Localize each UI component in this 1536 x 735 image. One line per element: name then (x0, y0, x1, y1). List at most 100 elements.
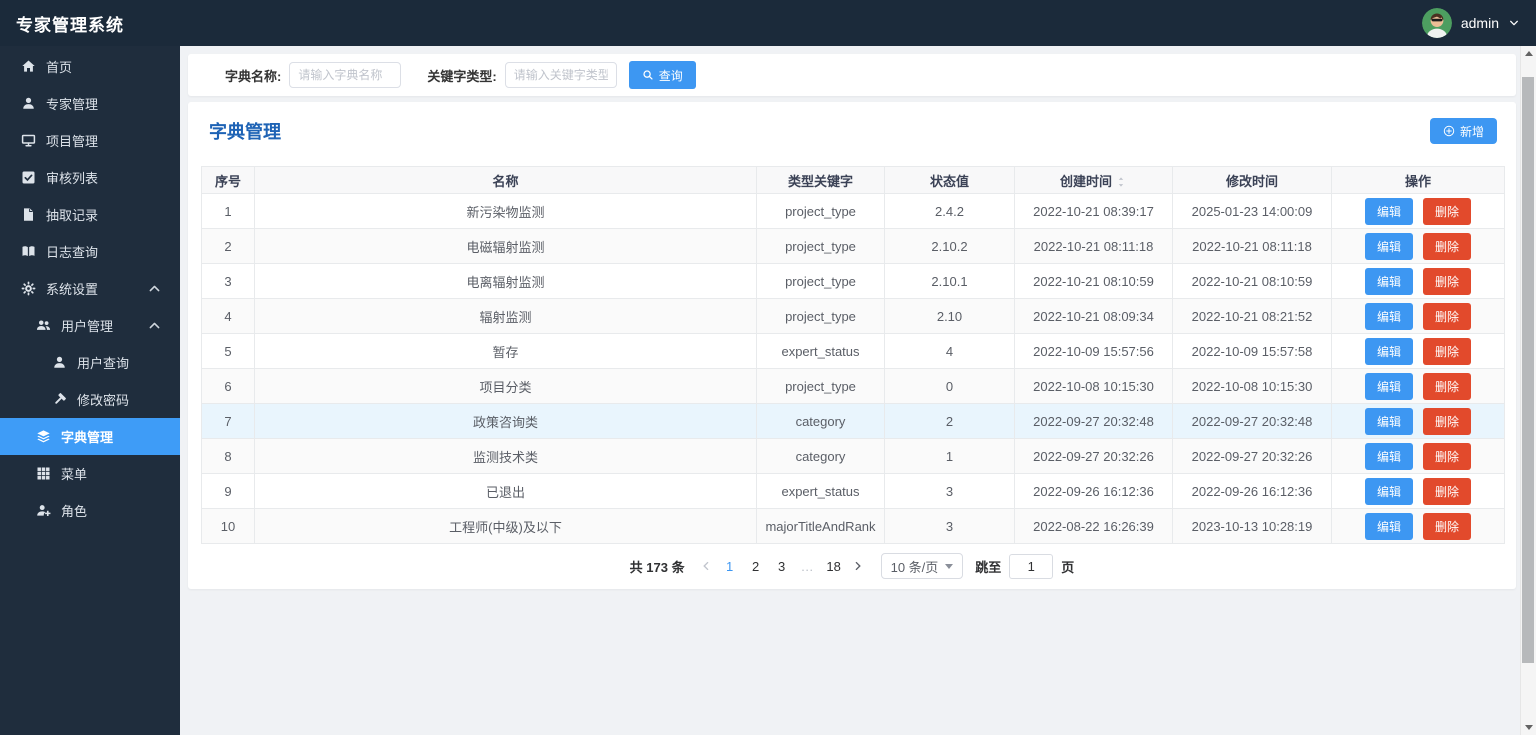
table-cell: 2 (201, 228, 255, 264)
dict-name-input[interactable] (289, 62, 402, 88)
book-icon (21, 244, 36, 259)
chevron-up-icon (147, 318, 162, 333)
table-row: 5 暂存 expert_status 4 2022-10-09 15:57:56 2022… (201, 333, 1505, 369)
delete-button[interactable]: 删除 (1423, 302, 1472, 330)
table-cell: 2.10 (884, 298, 1015, 334)
sort-icon[interactable] (1115, 176, 1127, 188)
delete-button[interactable]: 删除 (1423, 477, 1472, 505)
edit-button[interactable]: 编辑 (1364, 407, 1413, 435)
page-size-select[interactable]: 10 条/页 (880, 553, 964, 579)
dict-name-label: 字典名称: (225, 68, 282, 84)
column-header: 创建时间 (1014, 166, 1173, 194)
sidebar-item-label: 用户查询 (77, 356, 130, 371)
sidebar-item-grid[interactable]: 菜单 (0, 455, 180, 492)
sidebar-item-users[interactable]: 用户管理 (0, 307, 180, 344)
table-cell: 1 (201, 193, 255, 229)
table-cell: project_type (756, 263, 885, 299)
table-cell: majorTitleAndRank (756, 508, 885, 544)
actions-cell: 编辑 删除 (1331, 438, 1505, 474)
keyword-type-label: 关键字类型: (427, 68, 497, 84)
gear-icon (21, 281, 36, 296)
column-header: 操作 (1331, 166, 1505, 194)
sidebar-item-monitor[interactable]: 项目管理 (0, 122, 180, 159)
sidebar-item-label: 字典管理 (61, 430, 114, 445)
edit-button[interactable]: 编辑 (1364, 337, 1413, 365)
page-number[interactable]: 3 (772, 559, 792, 574)
sidebar-item-label: 系统设置 (46, 282, 99, 297)
edit-button[interactable]: 编辑 (1364, 372, 1413, 400)
table-cell: project_type (756, 228, 885, 264)
add-button-label: 新增 (1459, 124, 1484, 139)
table-row: 4 辐射监测 project_type 2.10 2022-10-21 08:09:34… (201, 298, 1505, 334)
delete-button[interactable]: 删除 (1423, 232, 1472, 260)
scrollbar[interactable] (1520, 46, 1536, 735)
table-row: 6 项目分类 project_type 0 2022-10-08 10:15:30 202… (201, 368, 1505, 404)
delete-button[interactable]: 删除 (1423, 197, 1472, 225)
edit-button[interactable]: 编辑 (1364, 302, 1413, 330)
page-number[interactable]: 1 (720, 559, 740, 574)
sidebar-item-user[interactable]: 专家管理 (0, 85, 180, 122)
column-header: 类型关键字 (756, 166, 885, 194)
sidebar-item-hammer[interactable]: 修改密码 (0, 381, 180, 418)
column-header: 状态值 (884, 166, 1015, 194)
app-header: 专家管理系统 admin (0, 0, 1536, 46)
avatar[interactable] (1421, 8, 1452, 38)
delete-button[interactable]: 删除 (1423, 267, 1472, 295)
sidebar-item-check-square[interactable]: 审核列表 (0, 159, 180, 196)
sidebar-item-layers[interactable]: 字典管理 (0, 418, 180, 455)
user-menu[interactable]: admin (1421, 8, 1520, 38)
hammer-icon (52, 392, 67, 407)
sidebar-item-label: 修改密码 (77, 393, 130, 408)
jump-page-input[interactable] (1009, 553, 1054, 579)
add-button[interactable]: 新增 (1429, 118, 1497, 144)
table-cell: 电磁辐射监测 (254, 228, 757, 264)
delete-button[interactable]: 删除 (1423, 442, 1472, 470)
table-cell: expert_status (756, 473, 885, 509)
panel-header: 字典管理 新增 (201, 102, 1503, 144)
sidebar-item-user[interactable]: 用户查询 (0, 344, 180, 381)
table-cell: 2022-10-21 08:10:59 (1172, 263, 1332, 299)
dictionary-panel: 字典管理 新增 序号 名称 类型关键字 状态值 创建时间 修改时间 操作 1 新污染物监测 pr… (188, 102, 1516, 589)
sidebar-item-user-plus[interactable]: 角色 (0, 492, 180, 529)
page-number[interactable]: 18 (824, 559, 844, 574)
scrollbar-thumb[interactable] (1522, 77, 1534, 663)
delete-button[interactable]: 删除 (1423, 512, 1472, 540)
table-cell: 工程师(中级)及以下 (254, 508, 757, 544)
table-cell: 1 (884, 438, 1015, 474)
delete-button[interactable]: 删除 (1423, 372, 1472, 400)
search-button[interactable]: 查询 (628, 61, 696, 89)
edit-button[interactable]: 编辑 (1364, 267, 1413, 295)
sidebar-item-gear[interactable]: 系统设置 (0, 270, 180, 307)
sidebar-item-home[interactable]: 首页 (0, 48, 180, 85)
scroll-up-arrow[interactable] (1525, 51, 1533, 56)
table-cell: 6 (201, 368, 255, 404)
edit-button[interactable]: 编辑 (1364, 477, 1413, 505)
next-page-button[interactable] (852, 560, 864, 572)
prev-page-button[interactable] (700, 560, 712, 572)
table-cell: 5 (201, 333, 255, 369)
scroll-down-arrow[interactable] (1525, 725, 1533, 730)
sidebar-item-label: 专家管理 (46, 97, 99, 112)
page-title: 字典管理 (209, 122, 281, 142)
edit-button[interactable]: 编辑 (1364, 442, 1413, 470)
table-cell: 2022-09-27 20:32:48 (1014, 403, 1173, 439)
edit-button[interactable]: 编辑 (1364, 512, 1413, 540)
table-cell: project_type (756, 368, 885, 404)
table-cell: 2022-10-21 08:21:52 (1172, 298, 1332, 334)
delete-button[interactable]: 删除 (1423, 337, 1472, 365)
edit-button[interactable]: 编辑 (1364, 197, 1413, 225)
sidebar-item-file[interactable]: 抽取记录 (0, 196, 180, 233)
table-cell: 2022-08-22 16:26:39 (1014, 508, 1173, 544)
search-bar: 字典名称: 关键字类型: 查询 (188, 54, 1516, 96)
chevron-down-icon (1508, 17, 1520, 29)
table-cell: 4 (884, 333, 1015, 369)
delete-button[interactable]: 删除 (1423, 407, 1472, 435)
keyword-type-input[interactable] (504, 62, 617, 88)
main-content: 字典名称: 关键字类型: 查询 字典管理 新增 序号名称类型关键字状态值创建时间… (180, 46, 1520, 735)
table-cell: 项目分类 (254, 368, 757, 404)
file-icon (21, 207, 36, 222)
users-icon (36, 318, 51, 333)
page-number[interactable]: 2 (746, 559, 766, 574)
sidebar-item-book[interactable]: 日志查询 (0, 233, 180, 270)
edit-button[interactable]: 编辑 (1364, 232, 1413, 260)
